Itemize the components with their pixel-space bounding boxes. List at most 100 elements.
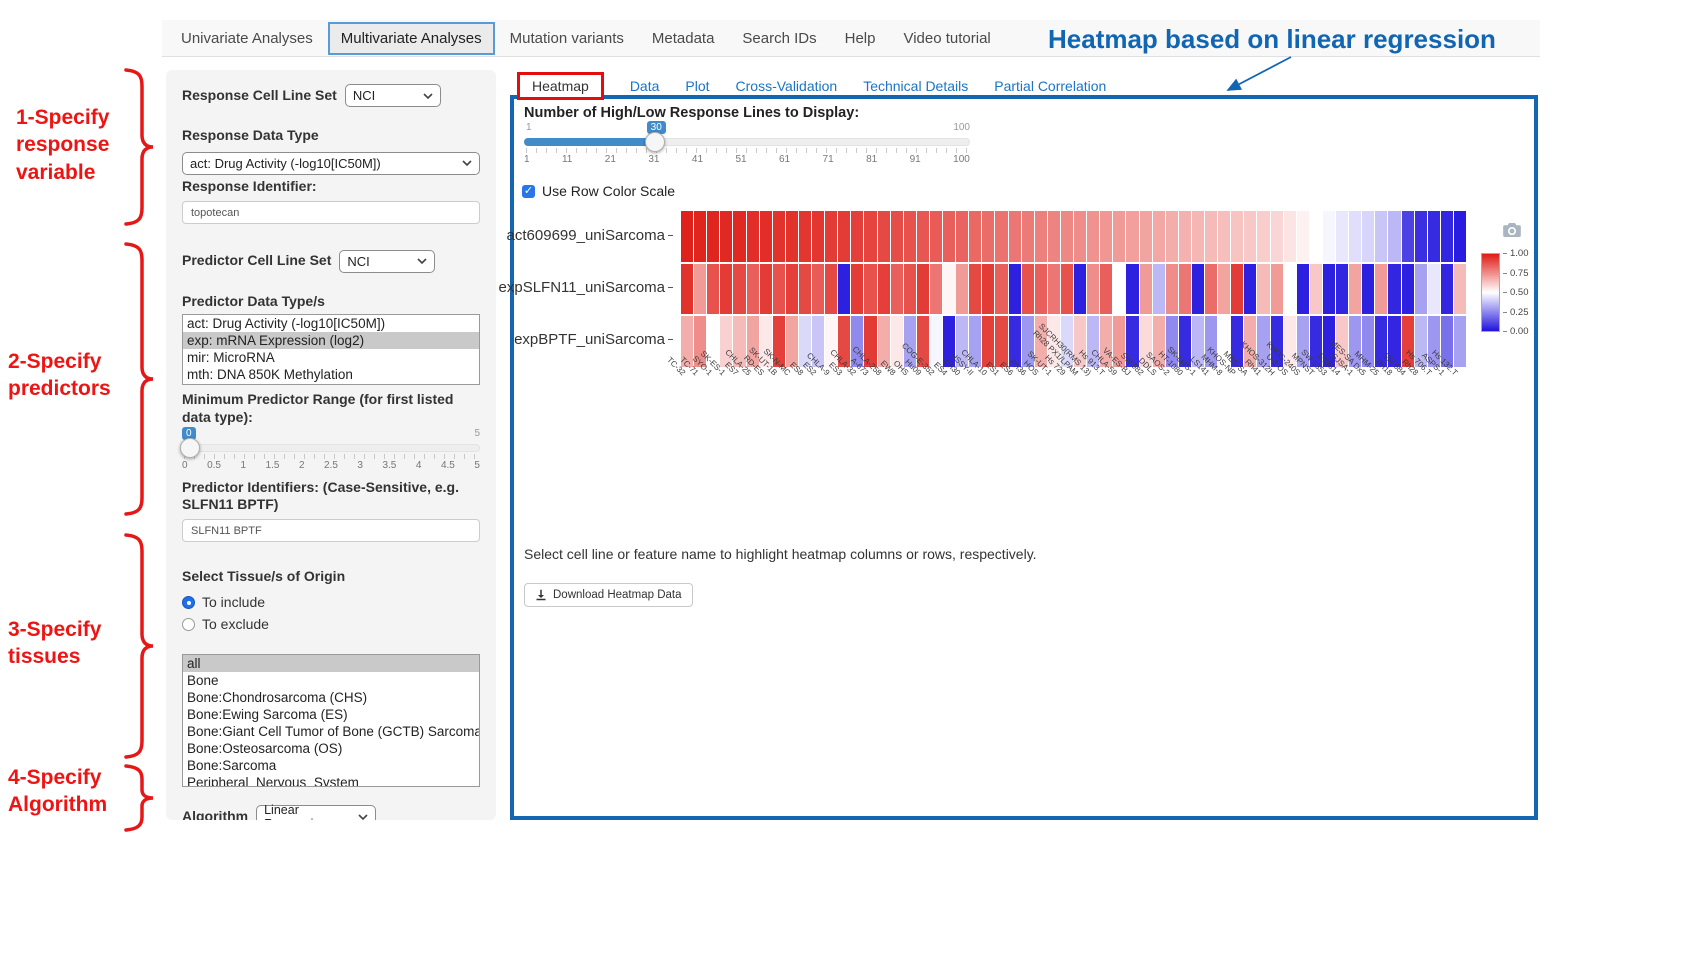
tissue-option[interactable]: Peripheral_Nervous_System (183, 774, 479, 787)
heatmap-cell (1022, 264, 1034, 315)
heatmap-cell (930, 211, 942, 262)
tissue-option[interactable]: Bone:Ewing Sarcoma (ES) (183, 706, 479, 723)
tick-label: 81 (866, 154, 877, 165)
heatmap-row-label[interactable]: expSLFN11_uniSarcoma (499, 279, 665, 296)
slider-max-label: 5 (474, 428, 480, 439)
heatmap-cell (1009, 211, 1021, 262)
annotation-brace-3 (126, 535, 153, 757)
tab-heatmap[interactable]: Heatmap (517, 72, 604, 100)
heatmap-cell (982, 211, 994, 262)
tissue-exclude-radio[interactable]: To exclude (182, 616, 480, 632)
heatmap-cell (995, 264, 1007, 315)
row-color-scale-checkbox[interactable]: ✓ Use Row Color Scale (522, 183, 675, 199)
heatmap-row-label[interactable]: act609699_uniSarcoma (507, 227, 665, 244)
heatmap-cell (1388, 211, 1400, 262)
app-canvas: Univariate AnalysesMultivariate Analyses… (0, 0, 1700, 956)
nav-item-metadata[interactable]: Metadata (639, 22, 728, 55)
nav-item-multivariate-analyses[interactable]: Multivariate Analyses (328, 22, 495, 55)
heatmap-cell (694, 211, 706, 262)
tick-label: 51 (735, 154, 746, 165)
colorbar-tick-label: 0.00 (1503, 327, 1529, 336)
nav-item-univariate-analyses[interactable]: Univariate Analyses (168, 22, 326, 55)
nav-item-video-tutorial[interactable]: Video tutorial (890, 22, 1003, 55)
response-cell-line-set-select[interactable]: NCI (345, 84, 441, 107)
predictor-cell-line-set-select[interactable]: NCI (339, 250, 435, 273)
heatmap-cell (1179, 264, 1191, 315)
tick-label: 3 (357, 460, 363, 471)
heatmap-row-label[interactable]: expBPTF_uniSarcoma (514, 331, 665, 348)
download-heatmap-data-button[interactable]: Download Heatmap Data (524, 583, 693, 607)
heatmap-cell (864, 264, 876, 315)
predictor-data-type-option[interactable]: mth: DNA 850K Methylation (183, 366, 479, 383)
heatmap-cell (1048, 211, 1060, 262)
response-data-type-select[interactable]: act: Drug Activity (-log10[IC50M]) (182, 152, 480, 175)
predictor-cell-line-set-label: Predictor Cell Line Set (182, 252, 331, 270)
annotation-line: predictors (8, 375, 111, 402)
heatmap-cell (773, 264, 785, 315)
annotation-step-4: 4-SpecifyAlgorithm (8, 764, 107, 819)
tick-label: 100 (953, 154, 970, 165)
heatmap-cell (720, 264, 732, 315)
algorithm-label: Algorithm (182, 808, 248, 820)
chevron-down-icon (462, 160, 472, 166)
heatmap-cell (956, 211, 968, 262)
heatmap-cell (720, 211, 732, 262)
tissue-option[interactable]: Bone:Chondrosarcoma (CHS) (183, 689, 479, 706)
slider-track[interactable] (182, 444, 480, 452)
heatmap-cell (982, 316, 994, 367)
result-tabs: Heatmap Data Plot Cross-Validation Technical… (517, 72, 1106, 100)
response-lines-slider[interactable]: 1 30 100 1112131415161718191100 (524, 121, 970, 167)
predictor-identifiers-input[interactable]: SLFN11 BPTF (182, 519, 480, 542)
predictor-data-type-option[interactable]: exp: mRNA Expression (log2) (183, 332, 479, 349)
nav-item-search-ids[interactable]: Search IDs (729, 22, 829, 55)
heatmap-cell (917, 264, 929, 315)
tab-cross-validation[interactable]: Cross-Validation (736, 78, 838, 94)
tissue-option[interactable]: all (183, 655, 479, 672)
tissue-option[interactable]: Bone (183, 672, 479, 689)
camera-icon[interactable] (1503, 223, 1521, 237)
min-predictor-range-slider[interactable]: 0 5 00.511.522.533.544.55 (182, 427, 480, 473)
tissue-include-radio[interactable]: To include (182, 594, 480, 610)
tissue-option[interactable]: Bone:Giant Cell Tumor of Bone (GCTB) Sar… (183, 723, 479, 740)
radio-off-icon (182, 618, 195, 631)
predictor-data-type-option[interactable]: act: Drug Activity (-log10[IC50M]) (183, 315, 479, 332)
algorithm-select[interactable]: Linear Regression (256, 805, 376, 820)
slider-handle[interactable] (180, 438, 200, 458)
algorithm-value: Linear Regression (264, 803, 352, 820)
nav-item-mutation-variants[interactable]: Mutation variants (497, 22, 637, 55)
tissue-option[interactable]: Bone:Sarcoma (183, 757, 479, 774)
heatmap-cell (1087, 211, 1099, 262)
tick-label: 2.5 (324, 460, 338, 471)
heatmap-cell (760, 264, 772, 315)
response-identifier-input[interactable]: topotecan (182, 201, 480, 224)
tissue-option[interactable]: Bone:Osteosarcoma (OS) (183, 740, 479, 757)
settings-sidebar: Response Cell Line Set NCI Response Data… (166, 70, 496, 820)
heatmap-cell (760, 211, 772, 262)
heatmap-cell (1035, 264, 1047, 315)
tab-data[interactable]: Data (630, 78, 660, 94)
colorbar-tick-labels: 1.000.750.500.250.00 (1503, 253, 1545, 332)
heatmap-cell (1166, 211, 1178, 262)
lines-slider-label: Number of High/Low Response Lines to Dis… (524, 105, 859, 121)
annotation-line: response (16, 131, 109, 158)
heatmap-cell (733, 264, 745, 315)
heatmap-cell (747, 264, 759, 315)
nav-item-help[interactable]: Help (832, 22, 889, 55)
tab-plot[interactable]: Plot (685, 78, 709, 94)
heatmap-cell (1061, 264, 1073, 315)
chevron-down-icon (417, 258, 427, 264)
tab-partial-correlation[interactable]: Partial Correlation (994, 78, 1106, 94)
predictor-data-type-option[interactable]: mir: MicroRNA (183, 349, 479, 366)
slider-min-label: 1 (526, 122, 532, 133)
annotation-line: Algorithm (8, 791, 107, 818)
annotation-step-3: 3-Specifytissues (8, 616, 101, 671)
heatmap-cell (1441, 211, 1453, 262)
heatmap-cell (1087, 264, 1099, 315)
heatmap-cell (707, 211, 719, 262)
slider-handle[interactable] (645, 132, 665, 152)
heatmap-cell (1415, 211, 1427, 262)
heatmap-cell (1323, 264, 1335, 315)
tick-label: 4 (416, 460, 422, 471)
heatmap-cell (747, 211, 759, 262)
tab-technical-details[interactable]: Technical Details (863, 78, 968, 94)
